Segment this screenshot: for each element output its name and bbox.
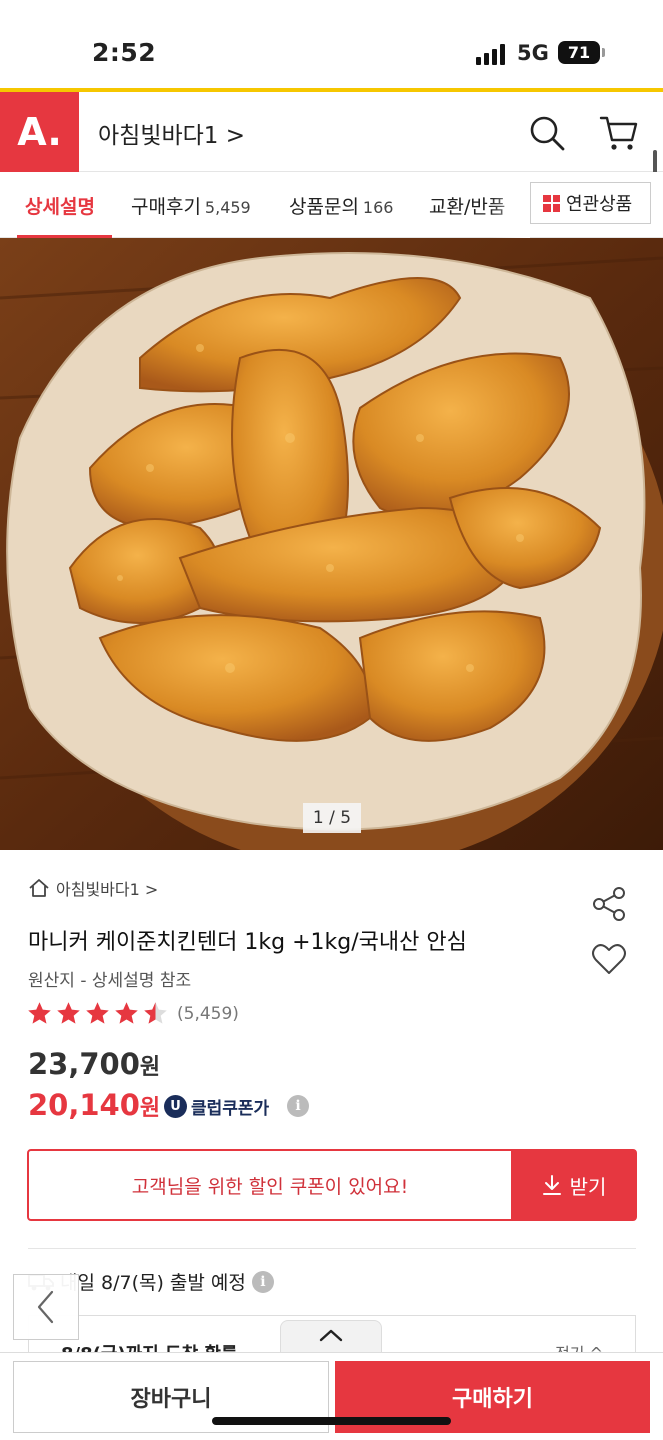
cart-icon[interactable] <box>598 112 640 154</box>
coupon-price: 20,140원 <box>28 1088 160 1122</box>
signal-icon <box>476 43 505 65</box>
status-time: 2:52 <box>92 38 157 67</box>
tab-inquiries[interactable]: 상품문의 166 <box>289 192 393 219</box>
tab-count: 166 <box>362 198 394 217</box>
star-icon <box>57 1002 80 1024</box>
get-coupon-button[interactable]: 받기 <box>511 1149 637 1221</box>
review-count: (5,459) <box>177 1003 239 1024</box>
info-icon[interactable]: i <box>251 1270 274 1293</box>
rating-row[interactable]: (5,459) <box>26 1000 239 1027</box>
star-icon <box>28 1002 51 1024</box>
coupon-message: 고객님을 위한 할인 쿠폰이 있어요! <box>131 1175 409 1198</box>
tab-count: 5,459 <box>204 198 251 217</box>
original-price-value: 23,700 <box>28 1047 140 1081</box>
tab-fade <box>490 172 530 238</box>
currency-label: 원 <box>139 1096 161 1121</box>
search-icon[interactable] <box>528 114 566 152</box>
coupon-banner[interactable]: 고객님을 위한 할인 쿠폰이 있어요! <box>27 1149 513 1221</box>
chevron-up-icon <box>319 1329 343 1342</box>
add-to-cart-label: 장바구니 <box>130 1387 212 1412</box>
status-bar: 2:52 5G 71 <box>0 0 663 90</box>
info-icon[interactable]: i <box>287 1095 309 1117</box>
back-button[interactable] <box>13 1274 79 1340</box>
tab-label: 상품문의 <box>289 196 359 218</box>
club-coupon-label: 클럽쿠폰가 <box>191 1099 270 1119</box>
related-products-label: 연관상품 <box>566 194 633 215</box>
app-header: A. 아침빛바다1 > <box>0 92 663 172</box>
store-breadcrumb[interactable]: 아침빛바다1 > <box>28 876 158 900</box>
get-coupon-label: 받기 <box>569 1174 607 1199</box>
app-logo[interactable]: A. <box>0 92 79 172</box>
image-counter: 1 / 5 <box>303 803 361 833</box>
tab-label: 구매후기 <box>131 196 201 218</box>
share-icon[interactable] <box>590 885 628 923</box>
chevron-left-icon <box>37 1290 54 1324</box>
product-image-carousel[interactable]: 1 / 5 <box>0 238 663 850</box>
club-u-icon: U <box>164 1095 187 1118</box>
product-origin: 원산지 - 상세설명 참조 <box>28 971 192 991</box>
club-coupon-badge: U 클럽쿠폰가 <box>164 1094 269 1119</box>
related-products-button[interactable]: 연관상품 <box>530 182 651 224</box>
grid-icon <box>543 194 560 212</box>
star-icon <box>86 1002 109 1024</box>
tab-reviews[interactable]: 구매후기 5,459 <box>131 192 251 219</box>
product-title: 마니커 케이준치킨텐더 1kg +1kg/국내산 안심 <box>28 930 467 955</box>
home-icon <box>29 879 49 897</box>
fried-chicken-photo <box>0 238 663 850</box>
delivery-schedule-text: 내일 8/7(목) 출발 예정 <box>60 1272 246 1294</box>
store-title-link[interactable]: 아침빛바다1 > <box>98 116 245 150</box>
breadcrumb-label: 아침빛바다1 > <box>56 880 159 899</box>
heart-icon[interactable] <box>590 940 628 978</box>
divider <box>28 1248 636 1249</box>
half-star-icon <box>144 1002 167 1024</box>
home-indicator[interactable] <box>212 1417 451 1425</box>
bottom-action-bar: 장바구니 구매하기 <box>0 1352 663 1440</box>
product-tabs: 상세설명 구매후기 5,459 상품문의 166 교환/반품 연관상품 <box>0 172 663 238</box>
currency-label: 원 <box>139 1055 161 1080</box>
original-price: 23,700원 <box>28 1047 160 1081</box>
coupon-price-value: 20,140 <box>28 1088 140 1122</box>
buy-now-label: 구매하기 <box>452 1387 533 1412</box>
star-rating <box>26 1000 169 1027</box>
download-icon <box>542 1175 561 1195</box>
tab-detail[interactable]: 상세설명 <box>25 192 95 219</box>
network-type: 5G <box>517 41 549 65</box>
star-icon <box>115 1002 138 1024</box>
battery-icon: 71 <box>558 41 600 64</box>
tab-label: 상세설명 <box>25 196 95 218</box>
battery-tip <box>602 48 605 57</box>
